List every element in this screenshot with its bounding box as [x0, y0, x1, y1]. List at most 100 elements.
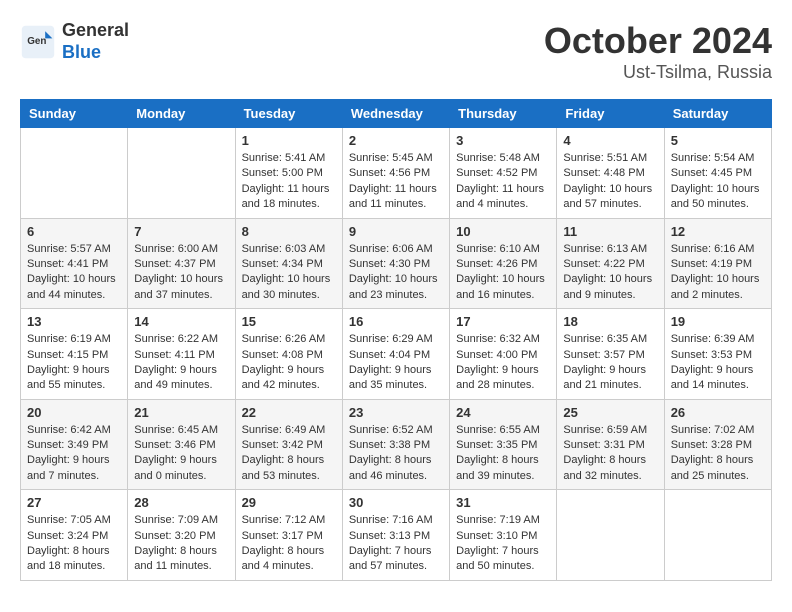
calendar-cell [21, 128, 128, 219]
logo-icon: Gen [20, 24, 56, 60]
cell-content: Sunrise: 6:16 AM Sunset: 4:19 PM Dayligh… [671, 242, 765, 304]
column-header-tuesday: Tuesday [235, 100, 342, 128]
calendar-cell: 23 Sunrise: 6:52 AM Sunset: 3:38 PM Dayli… [342, 399, 449, 490]
column-header-sunday: Sunday [21, 100, 128, 128]
column-header-friday: Friday [557, 100, 664, 128]
column-header-monday: Monday [128, 100, 235, 128]
page-header: Gen General Blue October 2024 Ust-Tsilma… [20, 20, 772, 83]
day-number: 12 [671, 224, 765, 239]
calendar-cell [557, 490, 664, 581]
month-title: October 2024 [544, 20, 772, 62]
calendar-week-row: 13 Sunrise: 6:19 AM Sunset: 4:15 PM Dayli… [21, 309, 772, 400]
day-number: 20 [27, 405, 121, 420]
cell-content: Sunrise: 6:49 AM Sunset: 3:42 PM Dayligh… [242, 423, 336, 485]
svg-text:Gen: Gen [27, 35, 46, 46]
day-number: 30 [349, 495, 443, 510]
location-title: Ust-Tsilma, Russia [544, 62, 772, 83]
calendar-header-row: SundayMondayTuesdayWednesdayThursdayFrid… [21, 100, 772, 128]
cell-content: Sunrise: 6:00 AM Sunset: 4:37 PM Dayligh… [134, 242, 228, 304]
cell-content: Sunrise: 6:55 AM Sunset: 3:35 PM Dayligh… [456, 423, 550, 485]
calendar-cell: 26 Sunrise: 7:02 AM Sunset: 3:28 PM Dayli… [664, 399, 771, 490]
calendar-cell: 3Sunrise: 5:48 AM Sunset: 4:52 PM Daylig… [450, 128, 557, 219]
calendar-cell: 19 Sunrise: 6:39 AM Sunset: 3:53 PM Dayli… [664, 309, 771, 400]
day-number: 17 [456, 314, 550, 329]
day-number: 3 [456, 133, 550, 148]
column-header-thursday: Thursday [450, 100, 557, 128]
day-number: 22 [242, 405, 336, 420]
day-number: 28 [134, 495, 228, 510]
day-number: 8 [242, 224, 336, 239]
cell-content: Sunrise: 6:29 AM Sunset: 4:04 PM Dayligh… [349, 332, 443, 394]
calendar-cell: 13 Sunrise: 6:19 AM Sunset: 4:15 PM Dayli… [21, 309, 128, 400]
calendar-week-row: 20 Sunrise: 6:42 AM Sunset: 3:49 PM Dayli… [21, 399, 772, 490]
day-number: 11 [563, 224, 657, 239]
logo: Gen General Blue [20, 20, 129, 63]
day-number: 14 [134, 314, 228, 329]
cell-content: Sunrise: 7:19 AM Sunset: 3:10 PM Dayligh… [456, 513, 550, 575]
cell-content: Sunrise: 7:16 AM Sunset: 3:13 PM Dayligh… [349, 513, 443, 575]
day-number: 13 [27, 314, 121, 329]
calendar-cell: 6Sunrise: 5:57 AM Sunset: 4:41 PM Daylig… [21, 218, 128, 309]
cell-content: Sunrise: 7:02 AM Sunset: 3:28 PM Dayligh… [671, 423, 765, 485]
cell-content: Sunrise: 6:32 AM Sunset: 4:00 PM Dayligh… [456, 332, 550, 394]
calendar-cell [128, 128, 235, 219]
calendar-cell: 18 Sunrise: 6:35 AM Sunset: 3:57 PM Dayli… [557, 309, 664, 400]
cell-content: Sunrise: 5:51 AM Sunset: 4:48 PM Dayligh… [563, 151, 657, 213]
calendar-cell: 16 Sunrise: 6:29 AM Sunset: 4:04 PM Dayli… [342, 309, 449, 400]
day-number: 9 [349, 224, 443, 239]
cell-content: Sunrise: 6:10 AM Sunset: 4:26 PM Dayligh… [456, 242, 550, 304]
calendar-cell: 4Sunrise: 5:51 AM Sunset: 4:48 PM Daylig… [557, 128, 664, 219]
cell-content: Sunrise: 6:22 AM Sunset: 4:11 PM Dayligh… [134, 332, 228, 394]
day-number: 18 [563, 314, 657, 329]
day-number: 26 [671, 405, 765, 420]
day-number: 5 [671, 133, 765, 148]
day-number: 23 [349, 405, 443, 420]
day-number: 16 [349, 314, 443, 329]
cell-content: Sunrise: 6:52 AM Sunset: 3:38 PM Dayligh… [349, 423, 443, 485]
cell-content: Sunrise: 6:42 AM Sunset: 3:49 PM Dayligh… [27, 423, 121, 485]
column-header-wednesday: Wednesday [342, 100, 449, 128]
cell-content: Sunrise: 6:13 AM Sunset: 4:22 PM Dayligh… [563, 242, 657, 304]
cell-content: Sunrise: 7:05 AM Sunset: 3:24 PM Dayligh… [27, 513, 121, 575]
calendar-cell: 27Sunrise: 7:05 AM Sunset: 3:24 PM Dayli… [21, 490, 128, 581]
day-number: 21 [134, 405, 228, 420]
cell-content: Sunrise: 7:09 AM Sunset: 3:20 PM Dayligh… [134, 513, 228, 575]
day-number: 24 [456, 405, 550, 420]
day-number: 2 [349, 133, 443, 148]
calendar-cell: 20 Sunrise: 6:42 AM Sunset: 3:49 PM Dayli… [21, 399, 128, 490]
cell-content: Sunrise: 6:35 AM Sunset: 3:57 PM Dayligh… [563, 332, 657, 394]
calendar-cell: 9 Sunrise: 6:06 AM Sunset: 4:30 PM Daylig… [342, 218, 449, 309]
calendar-cell: 1Sunrise: 5:41 AM Sunset: 5:00 PM Daylig… [235, 128, 342, 219]
cell-content: Sunrise: 6:03 AM Sunset: 4:34 PM Dayligh… [242, 242, 336, 304]
calendar-cell: 31 Sunrise: 7:19 AM Sunset: 3:10 PM Dayli… [450, 490, 557, 581]
calendar-cell: 30 Sunrise: 7:16 AM Sunset: 3:13 PM Dayli… [342, 490, 449, 581]
logo-general-text: General [62, 20, 129, 42]
day-number: 10 [456, 224, 550, 239]
calendar-cell: 15Sunrise: 6:26 AM Sunset: 4:08 PM Dayli… [235, 309, 342, 400]
day-number: 19 [671, 314, 765, 329]
calendar-cell: 28 Sunrise: 7:09 AM Sunset: 3:20 PM Dayli… [128, 490, 235, 581]
calendar-cell: 7Sunrise: 6:00 AM Sunset: 4:37 PM Daylig… [128, 218, 235, 309]
day-number: 29 [242, 495, 336, 510]
calendar-cell: 22 Sunrise: 6:49 AM Sunset: 3:42 PM Dayli… [235, 399, 342, 490]
calendar-cell: 5Sunrise: 5:54 AM Sunset: 4:45 PM Daylig… [664, 128, 771, 219]
calendar-cell: 25 Sunrise: 6:59 AM Sunset: 3:31 PM Dayli… [557, 399, 664, 490]
cell-content: Sunrise: 6:39 AM Sunset: 3:53 PM Dayligh… [671, 332, 765, 394]
day-number: 25 [563, 405, 657, 420]
calendar-week-row: 6Sunrise: 5:57 AM Sunset: 4:41 PM Daylig… [21, 218, 772, 309]
day-number: 1 [242, 133, 336, 148]
column-header-saturday: Saturday [664, 100, 771, 128]
cell-content: Sunrise: 6:59 AM Sunset: 3:31 PM Dayligh… [563, 423, 657, 485]
calendar-week-row: 27Sunrise: 7:05 AM Sunset: 3:24 PM Dayli… [21, 490, 772, 581]
cell-content: Sunrise: 5:45 AM Sunset: 4:56 PM Dayligh… [349, 151, 443, 213]
cell-content: Sunrise: 6:26 AM Sunset: 4:08 PM Dayligh… [242, 332, 336, 394]
calendar-cell: 8 Sunrise: 6:03 AM Sunset: 4:34 PM Daylig… [235, 218, 342, 309]
calendar-week-row: 1Sunrise: 5:41 AM Sunset: 5:00 PM Daylig… [21, 128, 772, 219]
logo-blue-text: Blue [62, 42, 129, 64]
cell-content: Sunrise: 6:06 AM Sunset: 4:30 PM Dayligh… [349, 242, 443, 304]
cell-content: Sunrise: 6:19 AM Sunset: 4:15 PM Dayligh… [27, 332, 121, 394]
day-number: 31 [456, 495, 550, 510]
calendar-table: SundayMondayTuesdayWednesdayThursdayFrid… [20, 99, 772, 581]
calendar-cell: 21Sunrise: 6:45 AM Sunset: 3:46 PM Dayli… [128, 399, 235, 490]
day-number: 6 [27, 224, 121, 239]
